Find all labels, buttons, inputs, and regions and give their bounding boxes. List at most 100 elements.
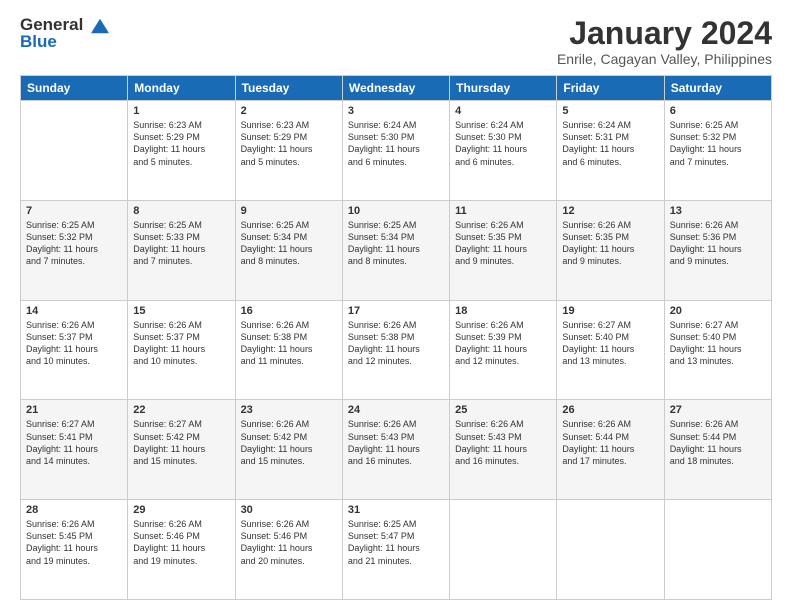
day-cell: 15 Sunrise: 6:26 AM Sunset: 5:37 PM Dayli… [128,300,235,400]
day-number: 23 [241,404,337,416]
day-cell: 17 Sunrise: 6:26 AM Sunset: 5:38 PM Dayli… [342,300,449,400]
day-number: 15 [133,305,229,317]
day-number: 5 [562,105,658,117]
day-info: Sunrise: 6:25 AM Sunset: 5:34 PM Dayligh… [348,219,444,268]
day-info: Sunrise: 6:26 AM Sunset: 5:44 PM Dayligh… [562,418,658,467]
day-info: Sunrise: 6:26 AM Sunset: 5:46 PM Dayligh… [241,518,337,567]
day-info: Sunrise: 6:26 AM Sunset: 5:35 PM Dayligh… [455,219,551,268]
day-number: 19 [562,305,658,317]
day-info: Sunrise: 6:26 AM Sunset: 5:45 PM Dayligh… [26,518,122,567]
day-cell [557,500,664,600]
day-number: 13 [670,205,766,217]
day-number: 8 [133,205,229,217]
day-info: Sunrise: 6:25 AM Sunset: 5:33 PM Dayligh… [133,219,229,268]
day-number: 3 [348,105,444,117]
weekday-header-row: SundayMondayTuesdayWednesdayThursdayFrid… [21,76,772,101]
page-header: General Blue January 2024 Enrile, Cagaya… [20,16,772,67]
week-row-2: 7 Sunrise: 6:25 AM Sunset: 5:32 PM Daylig… [21,200,772,300]
day-number: 27 [670,404,766,416]
day-cell: 13 Sunrise: 6:26 AM Sunset: 5:36 PM Dayli… [664,200,771,300]
calendar-table: SundayMondayTuesdayWednesdayThursdayFrid… [20,75,772,600]
day-info: Sunrise: 6:26 AM Sunset: 5:35 PM Dayligh… [562,219,658,268]
day-cell: 31 Sunrise: 6:25 AM Sunset: 5:47 PM Dayli… [342,500,449,600]
weekday-sunday: Sunday [21,76,128,101]
day-cell: 30 Sunrise: 6:26 AM Sunset: 5:46 PM Dayli… [235,500,342,600]
day-info: Sunrise: 6:23 AM Sunset: 5:29 PM Dayligh… [133,119,229,168]
day-number: 16 [241,305,337,317]
weekday-saturday: Saturday [664,76,771,101]
day-cell: 26Sunrise: 6:26 AM Sunset: 5:44 PM Dayli… [557,400,664,500]
day-cell: 9 Sunrise: 6:25 AM Sunset: 5:34 PM Daylig… [235,200,342,300]
day-cell [664,500,771,600]
day-number: 17 [348,305,444,317]
day-number: 20 [670,305,766,317]
day-info: Sunrise: 6:25 AM Sunset: 5:32 PM Dayligh… [26,219,122,268]
day-info: Sunrise: 6:25 AM Sunset: 5:47 PM Dayligh… [348,518,444,567]
logo: General Blue [20,16,111,51]
day-number: 4 [455,105,551,117]
day-info: Sunrise: 6:24 AM Sunset: 5:31 PM Dayligh… [562,119,658,168]
day-cell: 25 Sunrise: 6:26 AM Sunset: 5:43 PM Dayli… [450,400,557,500]
day-info: Sunrise: 6:25 AM Sunset: 5:34 PM Dayligh… [241,219,337,268]
day-number: 14 [26,305,122,317]
weekday-monday: Monday [128,76,235,101]
day-cell: 22 Sunrise: 6:27 AM Sunset: 5:42 PM Dayli… [128,400,235,500]
day-info: Sunrise: 6:26 AM Sunset: 5:37 PM Dayligh… [26,319,122,368]
day-cell: 5 Sunrise: 6:24 AM Sunset: 5:31 PM Daylig… [557,101,664,201]
day-info: Sunrise: 6:26 AM Sunset: 5:44 PM Dayligh… [670,418,766,467]
day-cell: 19 Sunrise: 6:27 AM Sunset: 5:40 PM Dayli… [557,300,664,400]
day-info: Sunrise: 6:27 AM Sunset: 5:41 PM Dayligh… [26,418,122,467]
day-cell: 10 Sunrise: 6:25 AM Sunset: 5:34 PM Dayli… [342,200,449,300]
day-cell: 18Sunrise: 6:26 AM Sunset: 5:39 PM Dayli… [450,300,557,400]
day-cell: 6 Sunrise: 6:25 AM Sunset: 5:32 PM Daylig… [664,101,771,201]
weekday-thursday: Thursday [450,76,557,101]
day-info: Sunrise: 6:26 AM Sunset: 5:38 PM Dayligh… [241,319,337,368]
day-cell: 28 Sunrise: 6:26 AM Sunset: 5:45 PM Dayli… [21,500,128,600]
weekday-wednesday: Wednesday [342,76,449,101]
day-number: 18 [455,305,551,317]
month-title: January 2024 [557,16,772,51]
day-cell: 27 Sunrise: 6:26 AM Sunset: 5:44 PM Dayli… [664,400,771,500]
day-cell: 3 Sunrise: 6:24 AM Sunset: 5:30 PM Daylig… [342,101,449,201]
weekday-tuesday: Tuesday [235,76,342,101]
day-cell: 12Sunrise: 6:26 AM Sunset: 5:35 PM Dayli… [557,200,664,300]
day-info: Sunrise: 6:26 AM Sunset: 5:36 PM Dayligh… [670,219,766,268]
day-info: Sunrise: 6:26 AM Sunset: 5:42 PM Dayligh… [241,418,337,467]
day-number: 28 [26,504,122,516]
day-info: Sunrise: 6:27 AM Sunset: 5:40 PM Dayligh… [670,319,766,368]
day-number: 21 [26,404,122,416]
day-number: 9 [241,205,337,217]
day-cell: 23 Sunrise: 6:26 AM Sunset: 5:42 PM Dayli… [235,400,342,500]
day-cell: 7 Sunrise: 6:25 AM Sunset: 5:32 PM Daylig… [21,200,128,300]
day-cell: 20 Sunrise: 6:27 AM Sunset: 5:40 PM Dayli… [664,300,771,400]
day-number: 1 [133,105,229,117]
day-cell [450,500,557,600]
location: Enrile, Cagayan Valley, Philippines [557,51,772,67]
day-number: 22 [133,404,229,416]
title-area: January 2024 Enrile, Cagayan Valley, Phi… [557,16,772,67]
day-info: Sunrise: 6:26 AM Sunset: 5:43 PM Dayligh… [455,418,551,467]
day-cell: 2 Sunrise: 6:23 AM Sunset: 5:29 PM Daylig… [235,101,342,201]
day-info: Sunrise: 6:26 AM Sunset: 5:37 PM Dayligh… [133,319,229,368]
day-number: 10 [348,205,444,217]
day-info: Sunrise: 6:26 AM Sunset: 5:43 PM Dayligh… [348,418,444,467]
day-number: 2 [241,105,337,117]
day-info: Sunrise: 6:25 AM Sunset: 5:32 PM Dayligh… [670,119,766,168]
weekday-friday: Friday [557,76,664,101]
day-number: 6 [670,105,766,117]
day-info: Sunrise: 6:24 AM Sunset: 5:30 PM Dayligh… [348,119,444,168]
day-number: 29 [133,504,229,516]
day-number: 7 [26,205,122,217]
day-info: Sunrise: 6:24 AM Sunset: 5:30 PM Dayligh… [455,119,551,168]
day-info: Sunrise: 6:27 AM Sunset: 5:42 PM Dayligh… [133,418,229,467]
day-info: Sunrise: 6:26 AM Sunset: 5:46 PM Dayligh… [133,518,229,567]
day-number: 30 [241,504,337,516]
day-info: Sunrise: 6:23 AM Sunset: 5:29 PM Dayligh… [241,119,337,168]
day-number: 31 [348,504,444,516]
day-number: 25 [455,404,551,416]
logo-icon [89,17,111,35]
day-info: Sunrise: 6:26 AM Sunset: 5:38 PM Dayligh… [348,319,444,368]
day-cell: 1 Sunrise: 6:23 AM Sunset: 5:29 PM Daylig… [128,101,235,201]
day-info: Sunrise: 6:27 AM Sunset: 5:40 PM Dayligh… [562,319,658,368]
day-cell [21,101,128,201]
